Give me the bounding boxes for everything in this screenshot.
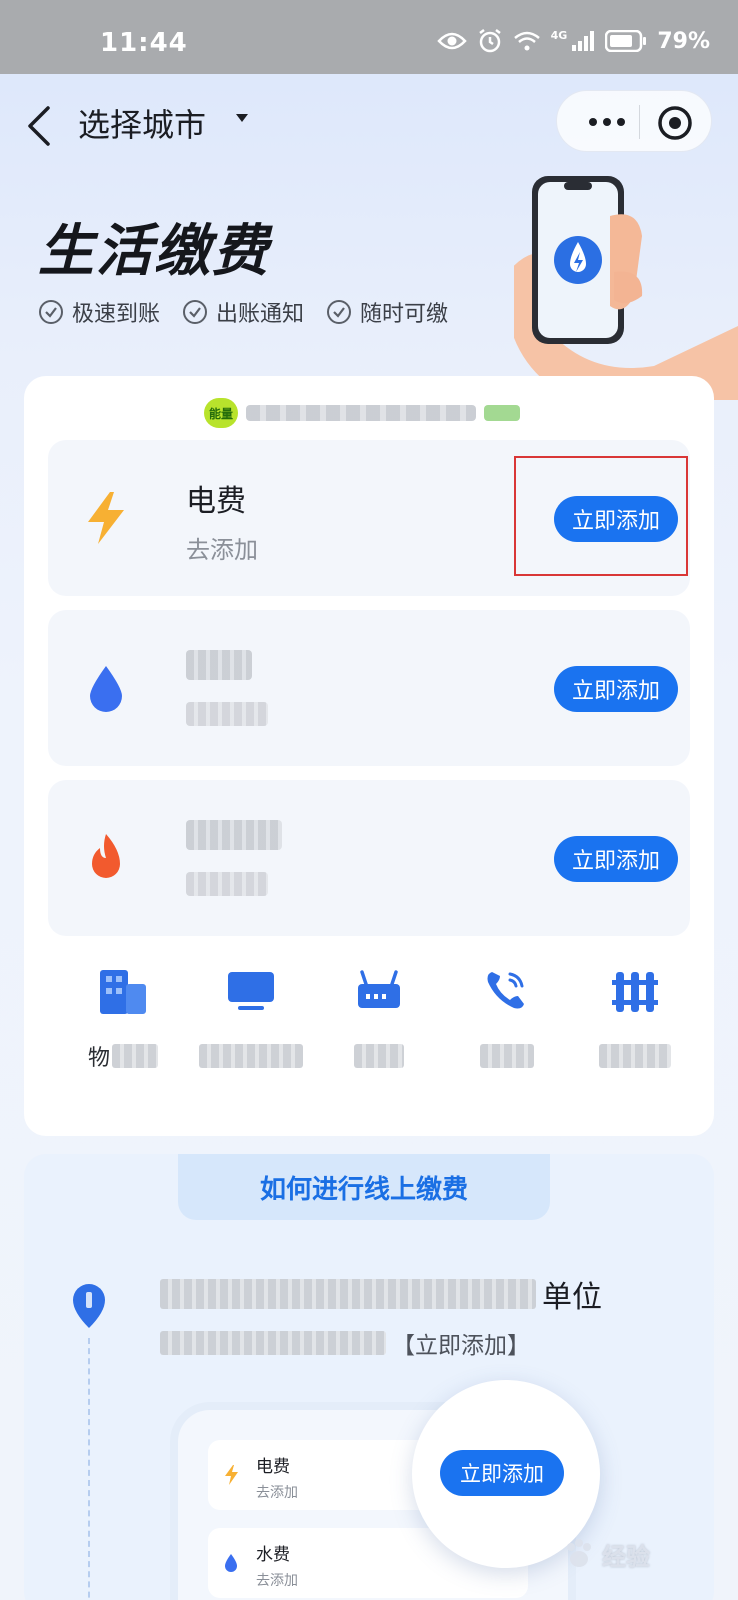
quick-item-heating[interactable] (576, 966, 694, 1086)
status-time: 11:44 (100, 28, 188, 58)
page-title: 生活缴费 (38, 219, 270, 284)
step-title-text: 单位 (542, 1280, 602, 1315)
feature-item: 出账通知 (182, 296, 304, 328)
phone-call-icon (487, 972, 524, 1009)
phone-hand-illustration (514, 176, 738, 400)
demo-bill-name: 水费 (256, 1545, 290, 1565)
bill-name: 电费 (186, 484, 246, 519)
highlight-annotation (514, 456, 688, 576)
caret-down-icon[interactable] (236, 114, 248, 122)
city-select[interactable]: 选择城市 (78, 100, 206, 146)
quick-label: 物 (87, 1042, 158, 1071)
check-circle-icon (327, 300, 352, 324)
status-bar: 11:44 4G 79% (0, 0, 738, 74)
mini-program-capsule (556, 90, 712, 152)
blurred-bill-status (186, 702, 268, 726)
blurred-step-title (160, 1279, 536, 1309)
battery-percent: 79% (657, 28, 710, 54)
demo-add-button: 立即添加 (440, 1450, 564, 1496)
quick-item-tv[interactable] (192, 966, 310, 1086)
quick-item-broadband[interactable] (320, 966, 438, 1086)
router-icon (358, 970, 400, 1008)
capsule-divider (639, 105, 640, 139)
check-circle-icon (183, 300, 208, 324)
blurred-label (599, 1044, 671, 1068)
blurred-label (199, 1044, 303, 1068)
quick-item-phone[interactable] (448, 966, 566, 1086)
lightning-icon (88, 492, 124, 544)
feature-item: 随时可缴 (326, 296, 448, 328)
guide-title: 如何进行线上缴费 (178, 1154, 550, 1220)
network-type: 4G (550, 28, 568, 42)
feature-item: 极速到账 (38, 296, 160, 328)
quick-services: 物 (64, 966, 694, 1086)
blurred-label (354, 1044, 404, 1068)
step-desc-text: 【立即添加】 (392, 1333, 530, 1359)
feature-label: 极速到账 (72, 302, 161, 327)
add-gas-button[interactable]: 立即添加 (554, 836, 678, 882)
blurred-label (112, 1044, 158, 1068)
step-description: 【立即添加】 (160, 1326, 530, 1360)
quick-item-property[interactable]: 物 (64, 966, 182, 1086)
step-pin-icon (73, 1284, 105, 1328)
quick-label (480, 1042, 534, 1070)
step-connector (88, 1338, 90, 1600)
quick-label (354, 1042, 404, 1070)
step-title: 单位 (160, 1272, 602, 1316)
demo-bill-status: 去添加 (256, 1485, 298, 1501)
status-icons: 4G 79% (436, 28, 710, 54)
quick-label-text: 物 (87, 1046, 110, 1071)
blurred-bill-status (186, 872, 268, 896)
bill-status: 去添加 (186, 536, 258, 564)
baidu-watermark: 经验 (562, 1524, 732, 1584)
watermark-text: 经验 (602, 1542, 650, 1571)
energy-notice: 能量 (204, 396, 564, 430)
eye-icon (436, 32, 467, 50)
quick-label (199, 1042, 303, 1070)
blurred-step-desc (160, 1331, 386, 1355)
quick-label (599, 1042, 671, 1070)
paw-icon (567, 1539, 591, 1567)
blurred-label (480, 1044, 534, 1068)
add-water-button[interactable]: 立即添加 (554, 666, 678, 712)
lightning-icon (225, 1465, 238, 1485)
back-icon[interactable] (22, 104, 58, 148)
blurred-bill-name (186, 650, 252, 680)
demo-bill-name: 电费 (256, 1457, 290, 1477)
close-target-icon[interactable] (655, 103, 695, 143)
blurred-bill-name (186, 820, 282, 850)
flame-icon (92, 834, 120, 878)
battery-icon (605, 30, 647, 52)
bill-row-gas[interactable]: 立即添加 (48, 780, 690, 936)
signal-icon (572, 31, 595, 51)
feature-label: 出账通知 (216, 302, 305, 327)
alarm-icon (478, 29, 501, 53)
building-icon (100, 970, 146, 1014)
bill-row-water[interactable]: 立即添加 (48, 610, 690, 766)
water-drop-icon (90, 666, 122, 712)
heater-icon (612, 972, 658, 1012)
hero-features: 极速到账 出账通知 随时可缴 (38, 296, 448, 328)
more-icon[interactable] (579, 111, 635, 133)
blurred-notice-text (246, 405, 476, 421)
check-circle-icon (39, 300, 63, 324)
feature-label: 随时可缴 (360, 302, 449, 327)
wifi-icon (513, 31, 540, 51)
water-drop-icon (225, 1554, 237, 1572)
energy-badge: 能量 (204, 398, 238, 428)
nav-bar: 选择城市 (0, 74, 738, 174)
demo-bill-status: 去添加 (256, 1573, 298, 1589)
blurred-energy-amount (484, 405, 520, 421)
tv-icon (228, 972, 274, 1010)
